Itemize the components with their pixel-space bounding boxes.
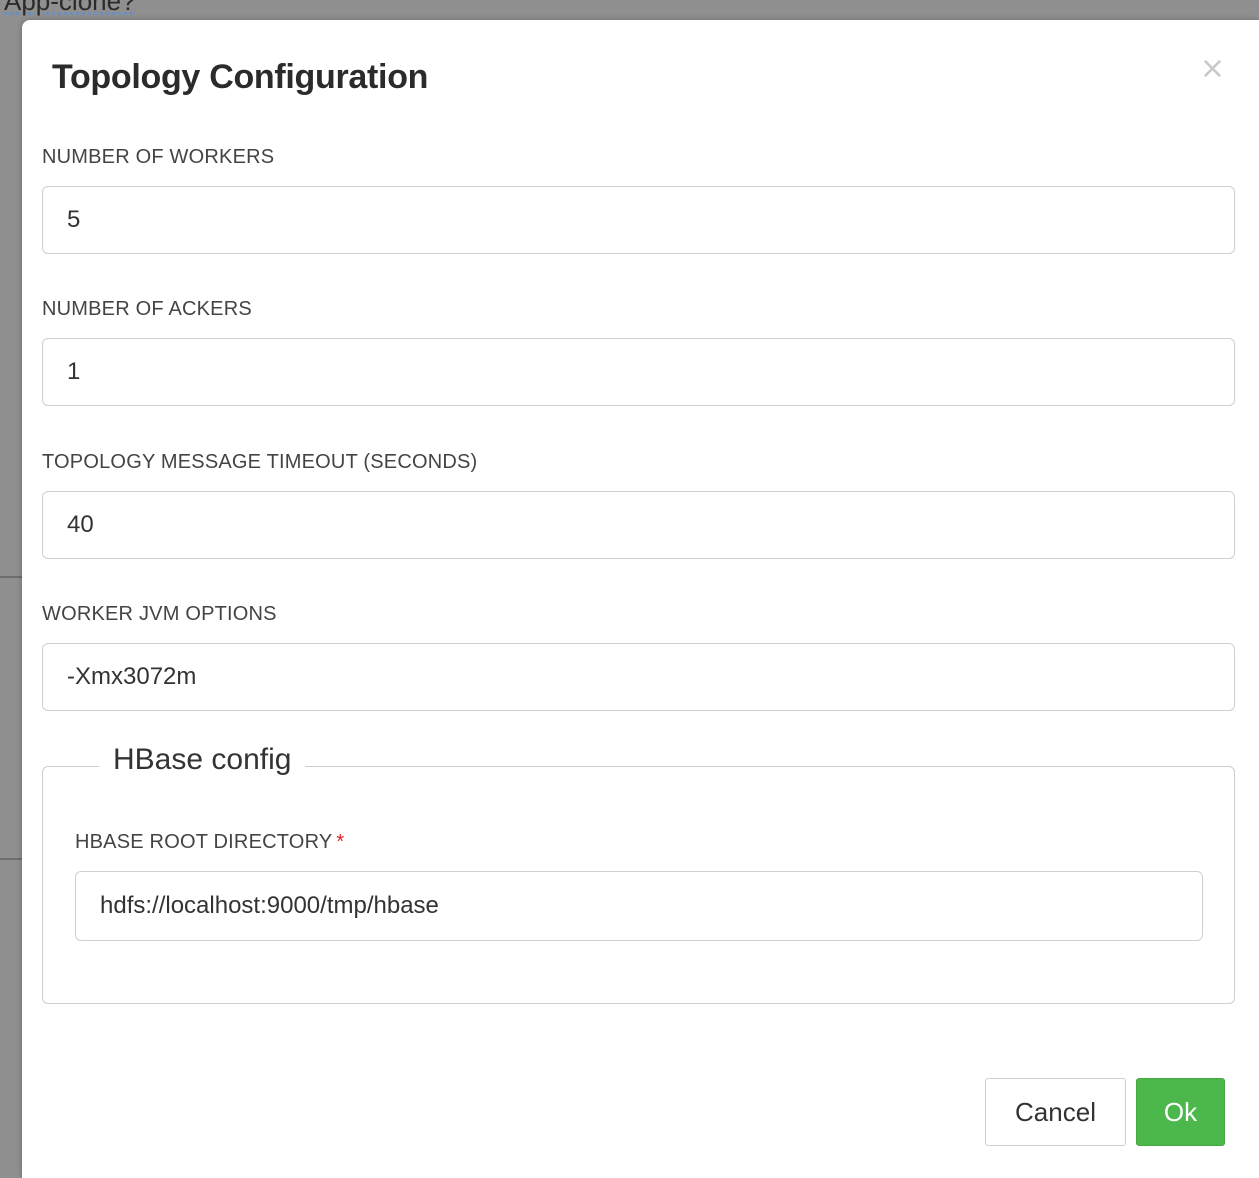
required-marker: * xyxy=(336,831,345,853)
timeout-input[interactable] xyxy=(42,491,1235,559)
topology-config-modal: Topology Configuration × NUMBER OF WORKE… xyxy=(22,20,1259,1178)
cancel-button[interactable]: Cancel xyxy=(985,1078,1126,1146)
ok-button[interactable]: Ok xyxy=(1136,1078,1225,1146)
hbase-root-dir-label: HBASE ROOT DIRECTORY * xyxy=(75,831,344,854)
background-page-text: App-clone? xyxy=(4,0,136,16)
hbase-config-legend: HBase config xyxy=(99,743,306,777)
background-divider xyxy=(0,858,22,860)
hbase-root-dir-input[interactable] xyxy=(75,871,1203,941)
hbase-config-fieldset: HBase config HBASE ROOT DIRECTORY * xyxy=(42,743,1235,1004)
background-divider xyxy=(0,576,22,578)
jvm-options-label: WORKER JVM OPTIONS xyxy=(42,603,277,625)
ackers-label: NUMBER OF ACKERS xyxy=(42,298,252,320)
workers-input[interactable] xyxy=(42,186,1235,254)
close-icon[interactable]: × xyxy=(1200,54,1225,84)
jvm-options-input[interactable] xyxy=(42,643,1235,711)
ackers-input[interactable] xyxy=(42,338,1235,406)
timeout-label: TOPOLOGY MESSAGE TIMEOUT (SECONDS) xyxy=(42,451,478,473)
modal-title: Topology Configuration xyxy=(52,58,429,96)
workers-label: NUMBER OF WORKERS xyxy=(42,146,275,168)
hbase-root-dir-label-text: HBASE ROOT DIRECTORY xyxy=(75,831,333,853)
